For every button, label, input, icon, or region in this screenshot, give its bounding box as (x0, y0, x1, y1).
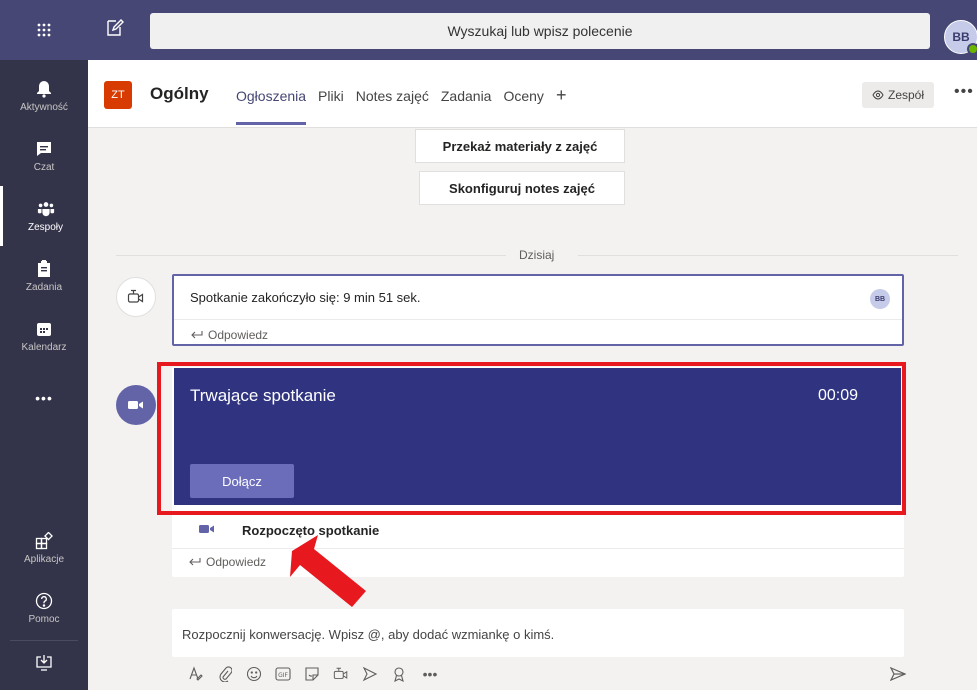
reply-arrow-icon (191, 331, 203, 339)
rail-item-help[interactable]: Pomoc (0, 578, 88, 638)
rail-item-activity[interactable]: Aktywność (0, 66, 88, 126)
avatar: BB (870, 289, 890, 309)
reply-link[interactable]: Odpowiedz (190, 328, 268, 342)
teams-icon (37, 200, 55, 218)
bell-icon (35, 80, 53, 98)
emoji-icon[interactable] (246, 666, 262, 682)
new-chat-icon[interactable] (104, 18, 128, 42)
join-meeting-button[interactable]: Dołącz (190, 464, 294, 498)
rail-divider (10, 640, 78, 641)
meeting-active-icon (116, 385, 156, 425)
gif-icon[interactable]: GIF (275, 666, 291, 682)
tab-grades[interactable]: Oceny (503, 88, 543, 128)
rail-item-apps[interactable]: Aplikacje (0, 518, 88, 578)
tab-class-notebook[interactable]: Notes zajęć (356, 88, 429, 128)
rail-download-button[interactable] (0, 642, 88, 688)
send-icon[interactable] (890, 667, 906, 681)
reply-arrow-icon (189, 558, 201, 566)
channel-more-options-icon[interactable]: ••• (954, 83, 974, 101)
rail-item-label: Zadania (25, 281, 63, 293)
reply-label: Odpowiedz (208, 328, 269, 342)
format-icon[interactable] (188, 666, 204, 682)
channel-title: Ogólny (150, 84, 209, 103)
date-divider-right (578, 255, 958, 256)
chat-icon (35, 140, 53, 158)
add-tab-button[interactable]: + (556, 85, 567, 125)
search-input[interactable]: Wyszukaj lub wpisz polecenie (150, 13, 930, 49)
reply-link[interactable]: Odpowiedz (188, 555, 266, 569)
apps-icon (35, 531, 53, 550)
date-separator: Dzisiaj (519, 248, 555, 262)
assignments-icon (35, 259, 53, 278)
setup-notebook-button[interactable]: Skonfiguruj notes zajęć (419, 171, 625, 205)
team-avatar[interactable]: ZT (104, 81, 132, 109)
attach-icon[interactable] (217, 666, 233, 682)
annotation-arrow (290, 535, 366, 607)
eye-icon (872, 90, 884, 100)
message-divider (172, 548, 904, 549)
rail-more-apps[interactable]: ••• (0, 368, 88, 428)
team-button-label: Zespół (887, 88, 925, 102)
left-rail: Aktywność Czat Zespoły Zadania Kalendarz… (0, 60, 88, 690)
message-card[interactable]: Spotkanie zakończyło się: 9 min 51 sek. … (172, 274, 904, 346)
meet-now-icon[interactable] (333, 666, 349, 682)
message-divider (174, 319, 902, 320)
team-button[interactable]: Zespół (862, 82, 934, 108)
rail-item-label: Kalendarz (21, 341, 67, 353)
user-avatar[interactable]: BB (944, 20, 977, 55)
reply-label: Odpowiedz (206, 555, 267, 569)
stream-icon[interactable] (362, 666, 378, 682)
top-bar: Wyszukaj lub wpisz polecenie BB (0, 0, 977, 60)
rail-item-label: Aplikacje (23, 553, 65, 565)
help-icon (35, 592, 53, 610)
rail-item-chat[interactable]: Czat (0, 126, 88, 186)
meeting-ended-icon (116, 277, 156, 317)
meeting-duration: 00:09 (818, 387, 859, 404)
calendar-icon (35, 320, 53, 338)
share-materials-button[interactable]: Przekaż materiały z zajęć (415, 129, 625, 163)
conversation-area: Przekaż materiały z zajęć Skonfiguruj no… (88, 129, 977, 690)
presence-status-icon (967, 43, 977, 55)
avatar-initials: BB (952, 30, 970, 44)
rail-item-label: Aktywność (20, 101, 68, 113)
date-divider-left (116, 255, 506, 256)
more-icon: ••• (35, 390, 53, 406)
rail-item-calendar[interactable]: Kalendarz (0, 306, 88, 366)
rail-item-label: Czat (33, 161, 55, 173)
meeting-title: Trwające spotkanie (190, 386, 336, 405)
rail-item-label: Pomoc (28, 613, 60, 625)
compose-input[interactable]: Rozpocznij konwersację. Wpisz @, aby dod… (182, 627, 554, 642)
svg-text:GIF: GIF (278, 672, 288, 679)
rail-item-label: Zespoły (27, 221, 63, 233)
sticker-icon[interactable] (304, 666, 320, 682)
message-text: Spotkanie zakończyło się: 9 min 51 sek. (190, 290, 421, 305)
tab-assignments[interactable]: Zadania (441, 88, 492, 128)
rail-item-assignments[interactable]: Zadania (0, 246, 88, 306)
rail-item-teams[interactable]: Zespoły (0, 186, 88, 246)
channel-tabs: Ogłoszenia Pliki Notes zajęć Zadania Oce… (236, 85, 567, 128)
app-launcher-icon[interactable] (0, 0, 88, 60)
praise-icon[interactable] (391, 666, 407, 682)
tab-files[interactable]: Pliki (318, 88, 344, 128)
meeting-started-icon (198, 522, 216, 536)
message-composer[interactable]: Rozpocznij konwersację. Wpisz @, aby dod… (172, 609, 904, 657)
download-app-icon (35, 654, 53, 672)
channel-header: ZT Ogólny Ogłoszenia Pliki Notes zajęć Z… (88, 60, 977, 128)
ongoing-meeting-banner[interactable]: Trwające spotkanie 00:09 Dołącz (174, 368, 901, 505)
more-options-icon[interactable]: ••• (420, 666, 440, 682)
tab-announcements[interactable]: Ogłoszenia (236, 88, 307, 128)
composer-toolbar: GIF ••• (188, 666, 440, 682)
